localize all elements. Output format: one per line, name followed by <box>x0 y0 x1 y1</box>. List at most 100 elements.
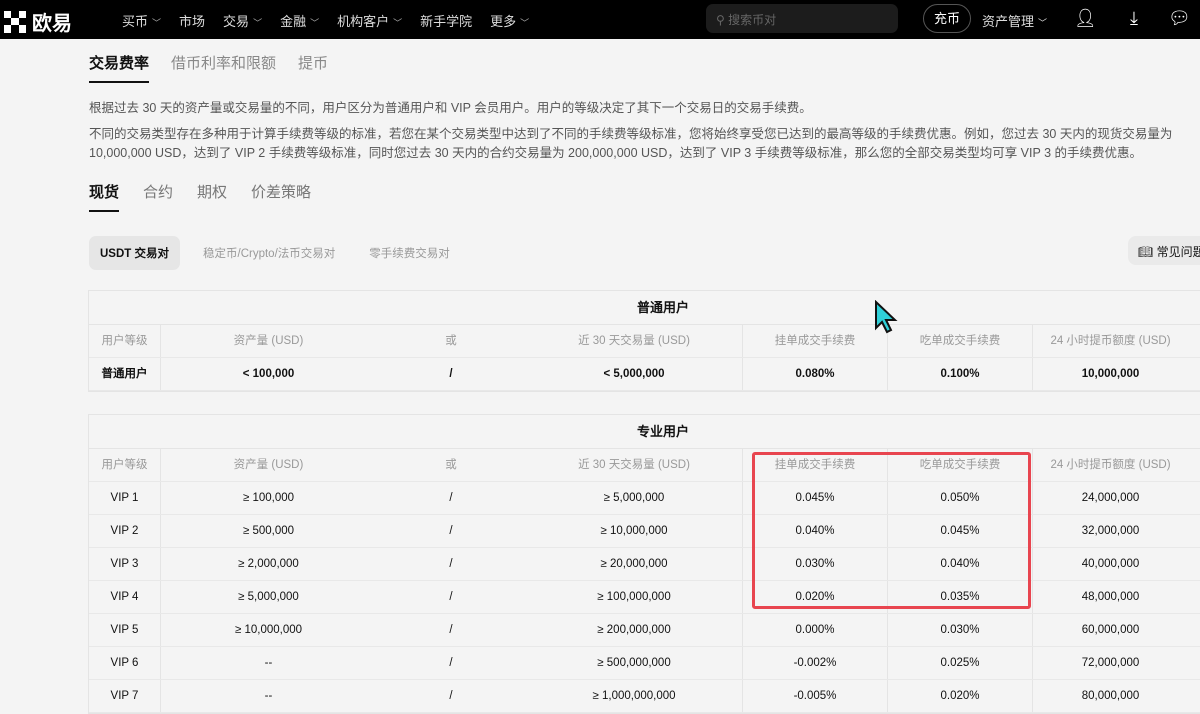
faq-button[interactable]: 📖︎ 常见问题 <box>1128 236 1200 265</box>
column-header: 近 30 天交易量 (USD) <box>526 325 743 357</box>
table-cell: / <box>376 482 526 514</box>
table-cell: 48,000,000 <box>1033 581 1188 613</box>
table-cell: 0.035% <box>888 581 1033 613</box>
table-cell: 40,000,000 <box>1033 548 1188 580</box>
column-header: 吃单成交手续费 <box>888 449 1033 481</box>
search-icon: ⚲ <box>716 13 728 27</box>
table-cell: VIP 1 <box>89 482 161 514</box>
deposit-button[interactable]: 充币 <box>923 4 971 33</box>
table-cell: 10,000,000 <box>1033 358 1188 390</box>
download-icon[interactable]: ⤓ <box>1130 8 1138 29</box>
table-cell: / <box>376 358 526 390</box>
tab-withdrawal[interactable]: 提币 <box>298 52 328 83</box>
table-title: 普通用户 <box>89 291 1200 325</box>
table-cell: 0.040% <box>743 515 888 547</box>
table-cell: ≥ 500,000,000 <box>526 647 743 679</box>
table-cell: -0.005% <box>743 680 888 712</box>
table-header: 用户等级资产量 (USD)或近 30 天交易量 (USD)挂单成交手续费吃单成交… <box>89 449 1200 482</box>
nav-item-label: 金融 <box>280 14 306 29</box>
nav-item[interactable]: 买币﹀ <box>122 11 161 30</box>
table-cell: 80,000,000 <box>1033 680 1188 712</box>
nav-item-label: 新手学院 <box>420 14 472 29</box>
table-cell: ≥ 10,000,000 <box>526 515 743 547</box>
chevron-down-icon: ﹀ <box>253 18 262 28</box>
table-cell: VIP 4 <box>89 581 161 613</box>
nav-item[interactable]: 交易﹀ <box>223 11 262 30</box>
tab-usdt-pairs[interactable]: USDT 交易对 <box>89 236 180 270</box>
table-cell: -- <box>161 647 376 679</box>
tab-borrow-rates[interactable]: 借币利率和限额 <box>171 52 276 83</box>
nav-item-label: 买币 <box>122 14 148 29</box>
table-cell: 0.000% <box>743 614 888 646</box>
asset-management-menu[interactable]: 资产管理﹀ <box>982 11 1047 30</box>
tab-spot[interactable]: 现货 <box>89 181 119 212</box>
tab-options[interactable]: 期权 <box>197 181 227 212</box>
nav-item-label: 机构客户 <box>337 14 389 29</box>
table-cell: VIP 5 <box>89 614 161 646</box>
table-row: VIP 1≥ 100,000/≥ 5,000,0000.045%0.050%24… <box>89 482 1200 515</box>
logo-icon <box>4 11 26 33</box>
table-cell: / <box>376 515 526 547</box>
column-header: 用户等级 <box>89 325 161 357</box>
table-cell: 普通用户 <box>89 358 161 390</box>
main-nav: 买币﹀市场交易﹀金融﹀机构客户﹀新手学院更多﹀ <box>122 11 529 30</box>
nav-item[interactable]: 市场 <box>179 11 205 30</box>
intro-text-1: 根据过去 30 天的资产量或交易量的不同，用户区分为普通用户和 VIP 会员用户… <box>89 98 1200 118</box>
tab-zero-fee-pairs[interactable]: 零手续费交易对 <box>358 236 461 270</box>
mouse-cursor-icon <box>874 300 898 334</box>
user-icon[interactable]: 👤︎ <box>1074 8 1097 29</box>
table-cell: ≥ 200,000,000 <box>526 614 743 646</box>
table-cell: 60,000,000 <box>1033 614 1188 646</box>
chevron-down-icon: ﹀ <box>520 18 529 28</box>
table-cell: ≥ 5,000,000 <box>161 581 376 613</box>
logo-text: 欧易 <box>32 7 72 36</box>
table-cell: ≥ 100,000 <box>161 482 376 514</box>
table-cell: 0.100% <box>888 358 1033 390</box>
table-cell: 0.045% <box>888 515 1033 547</box>
table-row: VIP 2≥ 500,000/≥ 10,000,0000.040%0.045%3… <box>89 515 1200 548</box>
regular-user-table: 普通用户 用户等级资产量 (USD)或近 30 天交易量 (USD)挂单成交手续… <box>88 290 1200 392</box>
intro-text-2: 不同的交易类型存在多种用于计算手续费等级的标准，若您在某个交易类型中达到了不同的… <box>89 124 1200 144</box>
table-cell: VIP 6 <box>89 647 161 679</box>
column-header: 24 小时提币额度 (USD) <box>1033 449 1188 481</box>
nav-item-label: 更多 <box>490 14 516 29</box>
nav-item-label: 市场 <box>179 14 205 29</box>
column-header: 资产量 (USD) <box>161 325 376 357</box>
table-cell: ≥ 2,000,000 <box>161 548 376 580</box>
market-tabs: 现货 合约 期权 价差策略 <box>89 181 311 212</box>
nav-item[interactable]: 更多 ﹀ <box>490 11 529 30</box>
tab-futures[interactable]: 合约 <box>143 181 173 212</box>
table-cell: / <box>376 680 526 712</box>
table-row: VIP 5≥ 10,000,000/≥ 200,000,0000.000%0.0… <box>89 614 1200 647</box>
chevron-down-icon: ﹀ <box>310 18 319 28</box>
pair-tabs: USDT 交易对 稳定币/Crypto/法币交易对 零手续费交易对 <box>89 236 473 270</box>
nav-item[interactable]: 金融 ﹀ <box>280 11 319 30</box>
table-cell: / <box>376 614 526 646</box>
okx-logo[interactable]: 欧易 <box>4 7 72 36</box>
top-navbar: 欧易 买币﹀市场交易﹀金融﹀机构客户﹀新手学院更多﹀ ⚲ 搜索币对 充币 资产管… <box>0 0 1200 39</box>
table-cell: VIP 7 <box>89 680 161 712</box>
message-icon[interactable]: 💬︎ <box>1168 8 1191 29</box>
table-cell: / <box>376 548 526 580</box>
table-cell: ≥ 5,000,000 <box>526 482 743 514</box>
table-header: 用户等级资产量 (USD)或近 30 天交易量 (USD)挂单成交手续费吃单成交… <box>89 325 1200 358</box>
table-cell: ≥ 1,000,000,000 <box>526 680 743 712</box>
nav-item[interactable]: 新手学院 <box>420 11 472 30</box>
table-cell: VIP 2 <box>89 515 161 547</box>
asset-management-label: 资产管理 <box>982 14 1034 29</box>
table-cell: 0.025% <box>888 647 1033 679</box>
nav-item[interactable]: 机构客户﹀ <box>337 11 402 30</box>
book-icon: 📖︎ <box>1138 245 1157 259</box>
column-header: 或 <box>376 325 526 357</box>
tab-stablecoin-pairs[interactable]: 稳定币/Crypto/法币交易对 <box>192 236 346 270</box>
table-cell: 0.020% <box>743 581 888 613</box>
search-input[interactable]: ⚲ 搜索币对 <box>706 4 898 33</box>
table-cell: VIP 3 <box>89 548 161 580</box>
table-cell: -- <box>161 680 376 712</box>
table-cell: 0.045% <box>743 482 888 514</box>
tab-trading-fees[interactable]: 交易费率 <box>89 52 149 83</box>
column-header: 吃单成交手续费 <box>888 325 1033 357</box>
table-cell: -0.002% <box>743 647 888 679</box>
table-cell: 32,000,000 <box>1033 515 1188 547</box>
tab-spread[interactable]: 价差策略 <box>251 181 311 212</box>
